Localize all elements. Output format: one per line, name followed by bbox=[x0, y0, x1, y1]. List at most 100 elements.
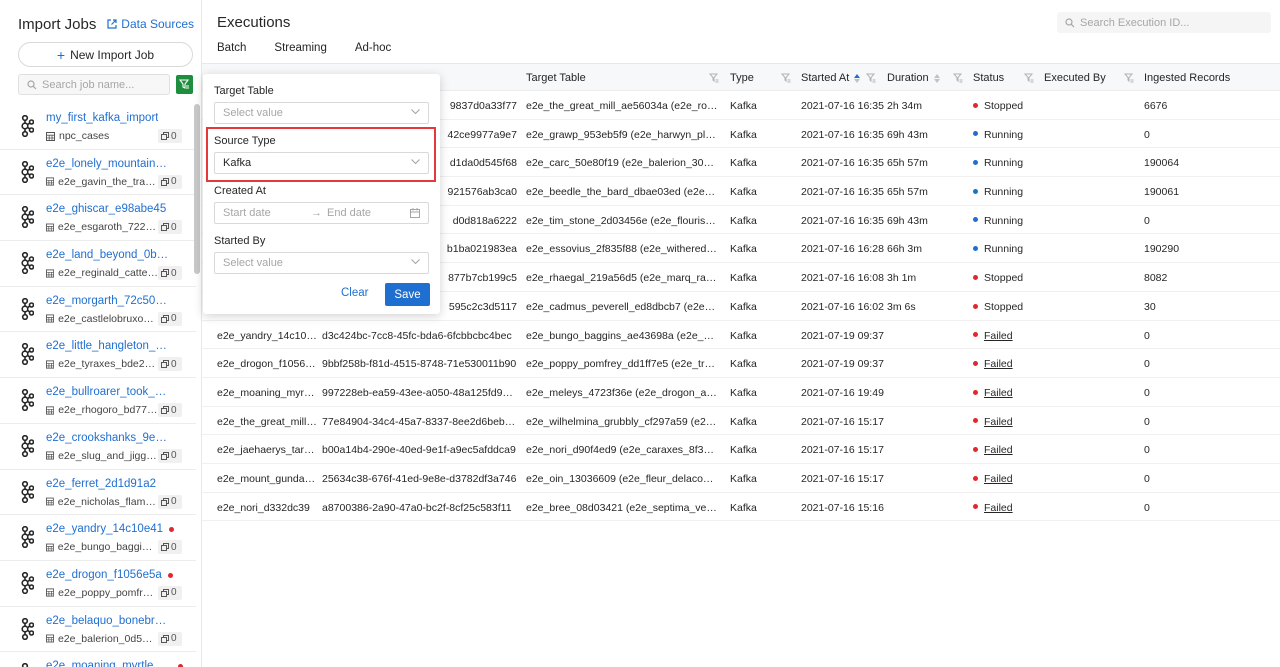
cell-duration: 3m 6s bbox=[887, 300, 916, 313]
new-import-job-button[interactable]: + New Import Job bbox=[18, 42, 193, 67]
status-text[interactable]: Failed bbox=[984, 444, 1013, 456]
filter-icon[interactable] bbox=[866, 73, 876, 83]
cell-status[interactable]: Failed bbox=[973, 473, 1013, 485]
job-target-table: npc_cases bbox=[46, 130, 109, 142]
job-list-item[interactable]: e2e_land_beyond_0b6c04... e2e_reginald_ca… bbox=[0, 241, 196, 287]
job-list-item[interactable]: e2e_belaquo_bonebreake... e2e_balerion_0d… bbox=[0, 607, 196, 653]
new-import-job-label: New Import Job bbox=[70, 47, 155, 62]
cell-status[interactable]: Failed bbox=[973, 387, 1013, 399]
table-icon bbox=[46, 451, 55, 460]
cell-started-at: 2021-07-19 09:37 bbox=[801, 329, 884, 342]
status-text[interactable]: Failed bbox=[984, 358, 1013, 370]
target-table-select[interactable]: Select value bbox=[214, 102, 429, 124]
job-name[interactable]: e2e_land_beyond_0b6c04... bbox=[46, 249, 172, 261]
status-dot bbox=[973, 274, 978, 280]
job-name[interactable]: e2e_little_hangleton_107a... bbox=[46, 340, 172, 352]
job-list-item[interactable]: e2e_lonely_mountain_6ea... e2e_gavin_the_… bbox=[0, 150, 196, 196]
job-name[interactable]: e2e_crookshanks_9e375f47 bbox=[46, 432, 172, 444]
filter-icon[interactable] bbox=[953, 73, 963, 83]
cell-started-at: 2021-07-16 15:16 bbox=[801, 501, 884, 514]
job-name[interactable]: e2e_drogon_f1056e5a bbox=[46, 569, 162, 581]
job-list-item[interactable]: e2e_bullroarer_took_a2b8... e2e_rhogoro_b… bbox=[0, 378, 196, 424]
table-row[interactable]: e2e_nori_d332dc39 a8700386-2a90-47a0-bc2f… bbox=[202, 493, 1280, 522]
job-list-item[interactable]: e2e_ghiscar_e98abe45 e2e_esgaroth_7224f1a… bbox=[0, 195, 196, 242]
table-row[interactable]: e2e_moaning_myrtle... 997228eb-ea59-43ee-… bbox=[202, 378, 1280, 407]
kafka-icon bbox=[16, 160, 35, 183]
job-name[interactable]: my_first_kafka_import bbox=[46, 112, 158, 124]
started-by-select[interactable]: Select value bbox=[214, 252, 429, 274]
job-name[interactable]: e2e_bullroarer_took_a2b8... bbox=[46, 386, 172, 398]
cell-execution-id: 997228eb-ea59-43ee-a050-48a125fd9d6d bbox=[322, 386, 517, 399]
table-icon bbox=[46, 588, 55, 597]
job-name[interactable]: e2e_belaquo_bonebreake... bbox=[46, 615, 172, 627]
cell-target-table: e2e_meleys_4723f36e (e2e_drogon_a16e0334… bbox=[526, 386, 718, 399]
job-name[interactable]: e2e_moaning_myrtle_b96... bbox=[46, 660, 172, 667]
target-table-label: Target Table bbox=[214, 85, 274, 97]
status-text[interactable]: Failed bbox=[984, 330, 1013, 342]
job-search-input[interactable] bbox=[42, 78, 167, 91]
copy-icon bbox=[161, 451, 169, 460]
filter-icon[interactable] bbox=[709, 73, 719, 83]
job-filter-button[interactable] bbox=[176, 75, 193, 94]
kafka-icon bbox=[16, 571, 35, 594]
kafka-icon bbox=[16, 206, 35, 229]
kafka-icon bbox=[16, 389, 35, 412]
job-count-value: 0 bbox=[171, 313, 177, 325]
cell-status[interactable]: Failed bbox=[973, 416, 1013, 428]
status-dot bbox=[973, 475, 978, 481]
filter-icon[interactable] bbox=[1024, 73, 1034, 83]
table-row[interactable]: e2e_mount_gundaba... 25634c38-676f-41ed-9… bbox=[202, 464, 1280, 493]
cell-status[interactable]: Failed bbox=[973, 358, 1013, 370]
cell-status[interactable]: Failed bbox=[973, 502, 1013, 514]
status-dot bbox=[973, 303, 978, 309]
job-name[interactable]: e2e_ghiscar_e98abe45 bbox=[46, 203, 166, 215]
status-text[interactable]: Failed bbox=[984, 473, 1013, 485]
job-name[interactable]: e2e_yandry_14c10e41 bbox=[46, 523, 163, 535]
table-row[interactable]: e2e_drogon_f1056e5a 9bbf258b-f81d-4515-87… bbox=[202, 349, 1280, 378]
created-at-range-picker[interactable]: Start date → End date bbox=[214, 202, 429, 224]
job-list-item[interactable]: e2e_drogon_f1056e5a e2e_poppy_pomfrey_...… bbox=[0, 561, 196, 607]
status-text[interactable]: Failed bbox=[984, 387, 1013, 399]
sidebar-scrollbar[interactable] bbox=[194, 104, 200, 274]
table-row[interactable]: e2e_jaehaerys_targa... b00a14b4-290e-40ed… bbox=[202, 435, 1280, 464]
target-table-placeholder: Select value bbox=[223, 107, 283, 119]
job-list-item[interactable]: e2e_little_hangleton_107a... e2e_tyraxes_… bbox=[0, 332, 196, 379]
job-list-item[interactable]: e2e_yandry_14c10e41 e2e_bungo_baggins_a..… bbox=[0, 515, 196, 561]
job-name[interactable]: e2e_morgarth_72c50453 bbox=[46, 295, 172, 307]
data-sources-label: Data Sources bbox=[121, 17, 194, 31]
copy-icon bbox=[161, 406, 169, 415]
table-row[interactable]: e2e_yandry_14c10e41 d3c424bc-7cc8-45fc-bd… bbox=[202, 321, 1280, 350]
column-duration[interactable]: Duration bbox=[887, 72, 940, 84]
data-sources-link[interactable]: Data Sources bbox=[107, 17, 194, 31]
cell-ingested-records: 0 bbox=[1144, 444, 1150, 457]
status-text[interactable]: Failed bbox=[984, 502, 1013, 514]
job-count-value: 0 bbox=[171, 267, 177, 279]
job-list-item[interactable]: my_first_kafka_import npc_cases 0 bbox=[0, 104, 196, 150]
job-list-item[interactable]: e2e_moaning_myrtle_b96... bbox=[0, 652, 196, 667]
import-jobs-sidebar: Import Jobs Data Sources + New Import Jo… bbox=[0, 0, 202, 667]
execution-search-input[interactable] bbox=[1080, 16, 1270, 29]
job-name[interactable]: e2e_lonely_mountain_6ea... bbox=[46, 158, 172, 170]
cell-ingested-records: 6676 bbox=[1144, 100, 1168, 112]
filter-icon[interactable] bbox=[781, 73, 791, 83]
column-started-at[interactable]: Started At bbox=[801, 72, 861, 84]
cell-job: e2e_the_great_mill_0... bbox=[217, 415, 317, 428]
table-row[interactable]: e2e_the_great_mill_0... 77e84904-34c4-45a… bbox=[202, 407, 1280, 436]
job-table-name: e2e_esgaroth_7224f1a6 bbox=[57, 221, 158, 234]
clear-button[interactable]: Clear bbox=[341, 287, 368, 299]
source-type-select[interactable]: Kafka bbox=[214, 152, 429, 174]
cell-status: Stopped bbox=[973, 301, 1023, 313]
cell-status[interactable]: Failed bbox=[973, 444, 1013, 456]
job-count-value: 0 bbox=[171, 130, 177, 142]
filter-icon[interactable] bbox=[1124, 73, 1134, 83]
cell-status[interactable]: Failed bbox=[973, 330, 1013, 342]
job-name[interactable]: e2e_ferret_2d1d91a2 bbox=[46, 478, 156, 490]
job-list-item[interactable]: e2e_crookshanks_9e375f47 e2e_slug_and_jig… bbox=[0, 424, 196, 470]
job-list-item[interactable]: e2e_morgarth_72c50453 e2e_castlelobruxo_b… bbox=[0, 287, 196, 333]
cell-status: Running bbox=[973, 129, 1023, 141]
save-button[interactable]: Save bbox=[385, 283, 430, 306]
job-target-table: e2e_castlelobruxo_b4... bbox=[46, 313, 158, 325]
job-list-item[interactable]: e2e_ferret_2d1d91a2 e2e_nicholas_flamel_e… bbox=[0, 470, 196, 516]
cell-target-table: e2e_beedle_the_bard_dbae03ed (e2e_ilverm… bbox=[526, 186, 718, 199]
status-text[interactable]: Failed bbox=[984, 416, 1013, 428]
